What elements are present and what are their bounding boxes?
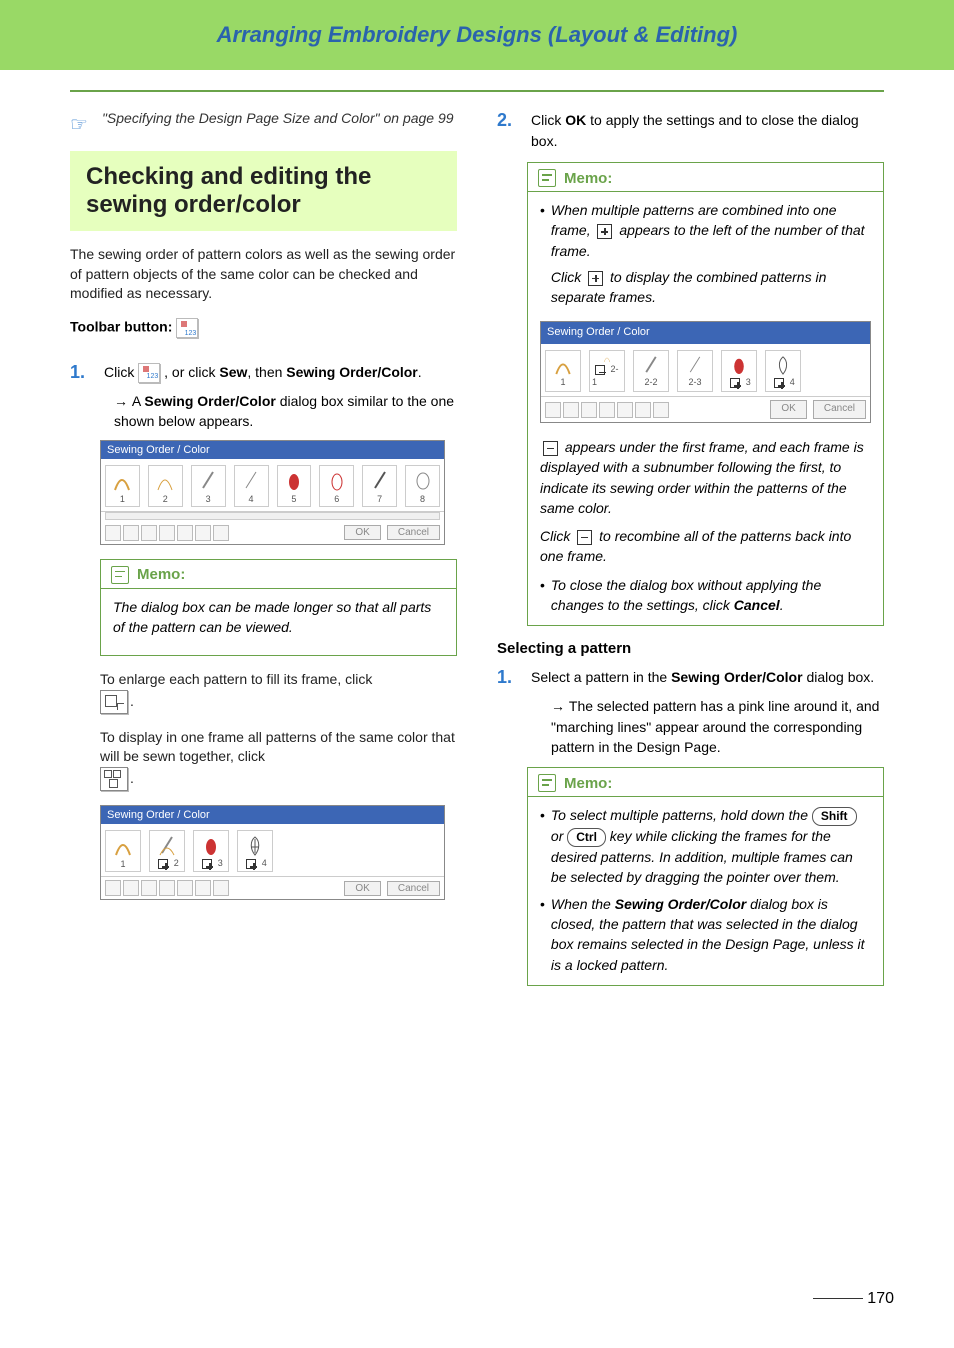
combine-frames-icon [100, 767, 128, 791]
step-body: Click , or click Sew, then Sewing Order/… [104, 362, 457, 383]
right-column: 2. Click OK to apply the settings and to… [497, 110, 884, 1000]
scrollbar [105, 512, 440, 520]
arrow-icon: → [114, 393, 132, 409]
step-number: 2. [497, 110, 519, 131]
plus-icon [588, 271, 603, 286]
section-title: Checking and editing the sewing order/co… [86, 163, 441, 219]
minus-icon [577, 530, 592, 545]
ref-text: "Specifying the Design Page Size and Col… [102, 110, 454, 126]
ok-button: OK [770, 400, 806, 419]
step-2: 2. Click OK to apply the settings and to… [497, 110, 884, 152]
header-title: Arranging Embroidery Designs (Layout & E… [217, 22, 738, 47]
step-body: Click OK to apply the settings and to cl… [531, 110, 884, 152]
step-3: 1. Select a pattern in the Sewing Order/… [497, 667, 884, 688]
memo-box-3: Memo: • To select multiple patterns, hol… [527, 767, 884, 986]
page-number: 170 [813, 1290, 894, 1308]
dialog-title: Sewing Order / Color [101, 441, 444, 459]
step-body: Select a pattern in the Sewing Order/Col… [531, 667, 884, 688]
cancel-button: Cancel [387, 525, 440, 540]
memo-icon [538, 169, 556, 187]
toolbar-label-line: Toolbar button: [70, 318, 457, 338]
enlarge-text: To enlarge each pattern to fill its fram… [100, 670, 457, 714]
memo-icon [111, 566, 129, 584]
enlarge-frame-icon [100, 690, 128, 714]
memo-title: Memo: [137, 566, 185, 583]
step-1: 1. Click , or click Sew, then Sewing Ord… [70, 362, 457, 383]
memo-text: The dialog box can be made longer so tha… [113, 597, 444, 638]
pointer-icon: ☞ [70, 112, 88, 137]
plus-icon [597, 224, 612, 239]
sewing-order-dialog-screenshot-2: Sewing Order / Color 1 2 3 4 OKCancel [100, 805, 445, 900]
memo-title: Memo: [564, 775, 612, 792]
memo-icon [538, 774, 556, 792]
arrow-icon: → [551, 698, 569, 714]
cross-reference: ☞ "Specifying the Design Page Size and C… [70, 110, 457, 137]
combine-text: To display in one frame all patterns of … [100, 728, 457, 791]
sewing-order-toolbar-icon [138, 363, 160, 383]
step-number: 1. [497, 667, 519, 688]
toolbar-label: Toolbar button: [70, 318, 172, 334]
dialog-title: Sewing Order / Color [101, 806, 444, 824]
ctrl-key: Ctrl [567, 828, 606, 847]
step-3-result: → The selected pattern has a pink line a… [551, 696, 884, 757]
step-1-result: → A Sewing Order/Color dialog box simila… [114, 391, 457, 432]
sewing-order-dialog-screenshot-1: Sewing Order / Color 1 2 3 4 5 6 7 8 OKC… [100, 440, 445, 545]
step-number: 1. [70, 362, 92, 383]
memo-title: Memo: [564, 170, 612, 187]
cancel-button: Cancel [813, 400, 866, 419]
sewing-order-dialog-screenshot-3: Sewing Order / Color 1 2-1 2-2 2-3 3 4 O… [540, 321, 871, 422]
ok-button: OK [344, 881, 380, 896]
subheading: Selecting a pattern [497, 640, 884, 657]
section-header: Checking and editing the sewing order/co… [70, 151, 457, 231]
minus-icon [543, 441, 558, 456]
page-header: Arranging Embroidery Designs (Layout & E… [0, 0, 954, 70]
memo-box-1: Memo: The dialog box can be made longer … [100, 559, 457, 657]
sewing-order-toolbar-icon [176, 318, 198, 338]
left-column: ☞ "Specifying the Design Page Size and C… [70, 110, 457, 1000]
cancel-button: Cancel [387, 881, 440, 896]
ok-button: OK [344, 525, 380, 540]
divider [70, 90, 884, 92]
dialog-title: Sewing Order / Color [541, 322, 870, 344]
memo-box-2: Memo: • When multiple patterns are combi… [527, 162, 884, 626]
intro-text: The sewing order of pattern colors as we… [70, 245, 457, 304]
shift-key: Shift [812, 807, 857, 826]
